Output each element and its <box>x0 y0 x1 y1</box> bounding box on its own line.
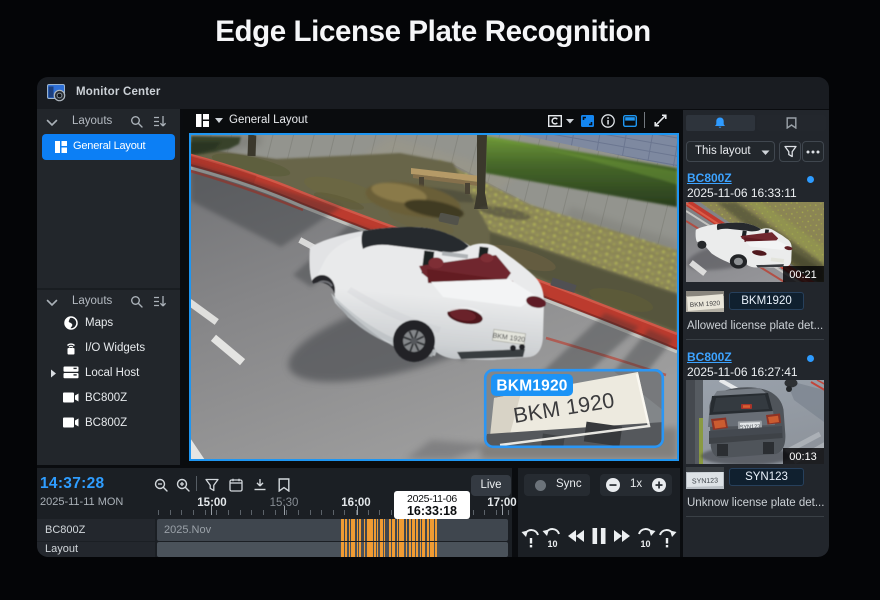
svg-text:SYN123: SYN123 <box>692 478 718 486</box>
svg-text:10: 10 <box>640 539 650 548</box>
svg-text:00:13: 00:13 <box>789 451 817 463</box>
svg-text:BKM1920: BKM1920 <box>496 378 567 395</box>
svg-text:10: 10 <box>547 539 557 548</box>
svg-text:00:21: 00:21 <box>789 269 817 281</box>
